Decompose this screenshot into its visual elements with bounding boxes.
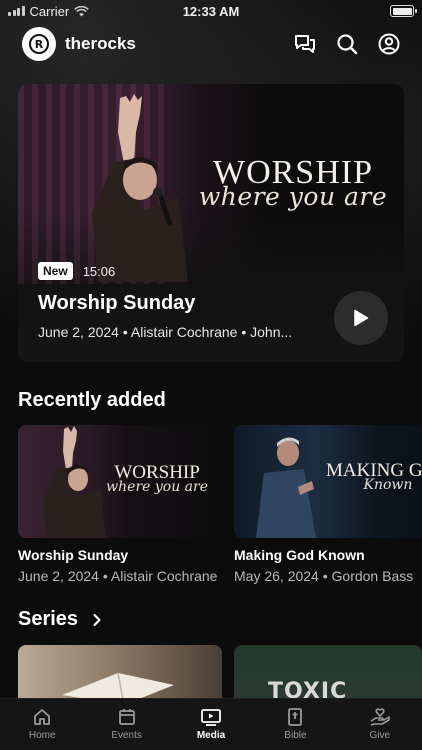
tab-events-label: Events [111,730,142,741]
status-bar: Carrier 12:33 AM [0,0,422,22]
brand-name: therocks [65,34,136,53]
bible-icon [288,708,303,726]
thumbnail-art-text: WORSHIP where you are [106,463,208,495]
bottom-tab-bar: Home Events Media Bible Give [0,698,422,750]
media-card-subtitle: June 2, 2024 • Alistair Cochrane [18,568,218,584]
speaker-figure [92,94,188,282]
search-icon[interactable] [336,33,358,55]
media-card[interactable]: WORSHIP where you are Worship Sunday Jun… [18,425,222,584]
hero-subtitle: June 2, 2024 • Alistair Cochrane • John.… [38,324,293,340]
hero-art-script: where you are [198,182,388,211]
media-thumbnail: WORSHIP where you are [18,425,222,538]
series-heading[interactable]: Series [18,608,102,631]
wifi-icon [74,5,89,16]
series-card[interactable] [18,645,222,705]
home-icon [34,709,51,725]
play-icon [354,309,369,327]
series-label: Series [18,608,79,630]
chat-icon[interactable] [294,34,316,54]
media-card-title: Making God Known [234,547,365,563]
chevron-right-icon [93,613,101,626]
tab-home[interactable]: Home [0,699,84,750]
profile-icon[interactable] [378,33,400,55]
tab-media[interactable]: Media [169,699,253,750]
duration-label: 15:06 [82,263,116,279]
media-card-subtitle: May 26, 2024 • Gordon Bass [234,568,414,584]
calendar-icon [118,709,135,725]
header-actions [294,33,400,55]
logo-mark: R [29,34,49,54]
clock: 12:33 AM [182,3,240,19]
church-logo[interactable]: R [22,27,56,61]
play-screen-icon [201,709,221,726]
media-thumbnail: MAKING GOD Known [234,425,422,538]
hero-meta: New 15:06 [38,262,115,280]
carrier-group: Carrier [8,4,89,19]
tab-give[interactable]: Give [338,699,422,750]
tab-events[interactable]: Events [84,699,168,750]
hero-art-text: WORSHIP where you are [188,156,398,212]
tab-media-label: Media [196,730,226,741]
new-badge: New [38,262,73,280]
app-header: R therocks [0,24,422,64]
speaker-figure [44,426,106,538]
carrier-label: Carrier [29,3,70,19]
give-icon [370,708,390,726]
series-card[interactable]: TOXIC FAITH [234,645,422,705]
signal-icon [8,6,25,16]
tab-bible[interactable]: Bible [253,699,337,750]
tab-give-label: Give [369,730,391,741]
thumbnail-art-script: where you are [106,479,208,495]
play-button[interactable] [334,291,388,345]
media-card-title: Worship Sunday [18,547,129,563]
tab-bible-label: Bible [284,730,307,741]
battery-icon [390,5,417,17]
recently-added-label: Recently added [18,389,166,411]
media-card[interactable]: MAKING GOD Known Making God Known May 26… [234,425,422,584]
featured-media-card[interactable]: WORSHIP where you are New 15:06 Worship … [18,84,404,362]
tab-home-label: Home [28,730,56,741]
hero-title: Worship Sunday [38,292,196,314]
recently-added-heading: Recently added [18,389,166,412]
speaker-figure [256,437,316,538]
thumbnail-art-text: MAKING GOD Known [326,461,422,493]
